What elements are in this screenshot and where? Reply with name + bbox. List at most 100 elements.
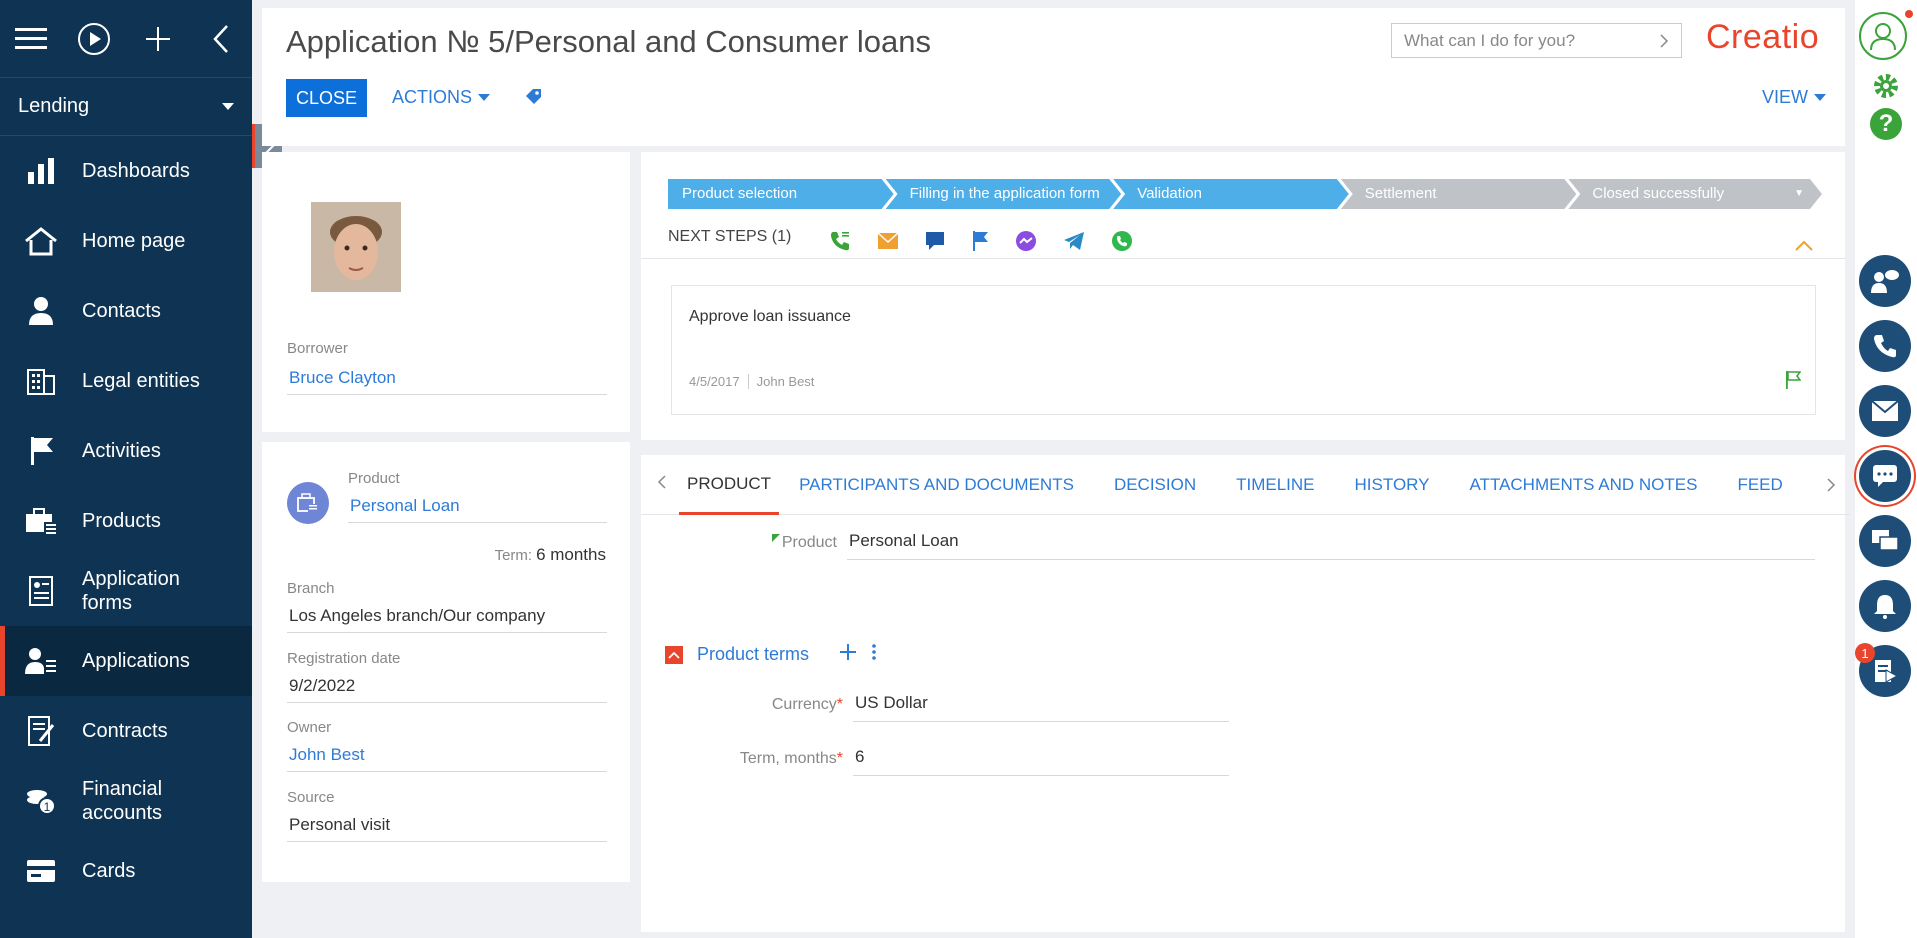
chevron-down-icon (478, 94, 491, 101)
sidebar-item-application-forms[interactable]: Application forms (0, 556, 252, 626)
actions-button[interactable]: ACTIONS (392, 87, 491, 108)
tabs-scroll-left[interactable] (641, 474, 679, 495)
phone-button[interactable] (1859, 320, 1911, 372)
collapse-section-icon[interactable] (665, 645, 683, 664)
bell-icon (1874, 595, 1896, 619)
logo-text: Creatio (1706, 18, 1820, 56)
sidebar-item-cards[interactable]: Cards (0, 836, 252, 906)
branch-value[interactable]: Los Angeles branch/Our company (287, 600, 607, 633)
sidebar-toolbar (0, 0, 252, 78)
product-link[interactable]: Personal Loan (348, 490, 607, 523)
phone-icon (1874, 335, 1896, 358)
currency-value[interactable]: US Dollar (853, 693, 1229, 722)
tab-feed[interactable]: FEED (1717, 455, 1802, 515)
call-icon[interactable] (829, 230, 851, 252)
status-dot (1905, 10, 1913, 18)
sidebar-item-dashboards[interactable]: Dashboards (0, 136, 252, 206)
sidebar-nav: Dashboards Home page Contacts Legal enti… (0, 136, 252, 906)
user-avatar[interactable] (1859, 12, 1907, 60)
tab-participants-and-documents[interactable]: PARTICIPANTS AND DOCUMENTS (779, 455, 1094, 515)
source-value[interactable]: Personal visit (287, 809, 607, 842)
task-date: 4/5/2017 (689, 374, 740, 389)
sidebar-item-legal-entities[interactable]: Legal entities (0, 346, 252, 416)
chat-button[interactable] (1859, 450, 1911, 502)
contact-center-button[interactable] (1859, 255, 1911, 307)
registration-date-value[interactable]: 9/2/2022 (287, 670, 607, 703)
workspace-selector[interactable]: Lending (0, 78, 252, 136)
sidebar-item-products[interactable]: Products (0, 486, 252, 556)
borrower-label: Borrower (287, 340, 348, 357)
email-icon[interactable] (877, 232, 899, 250)
product-field-value[interactable]: Personal Loan (847, 531, 1815, 560)
whatsapp-icon[interactable] (1111, 230, 1133, 252)
message-icon[interactable] (925, 231, 945, 251)
tab-history[interactable]: HISTORY (1335, 455, 1450, 515)
gear-icon[interactable] (1870, 70, 1902, 107)
required-asterisk: * (836, 750, 843, 767)
tab-timeline[interactable]: TIMELINE (1216, 455, 1334, 515)
tab-bar: PRODUCT PARTICIPANTS AND DOCUMENTS DECIS… (641, 455, 1850, 515)
sidebar-item-contracts[interactable]: Contracts (0, 696, 252, 766)
add-icon[interactable] (839, 643, 857, 666)
tabs-scroll-right[interactable] (1826, 477, 1836, 498)
close-button[interactable]: CLOSE (286, 79, 367, 117)
sidebar-item-home-page[interactable]: Home page (0, 206, 252, 276)
stages-card: Product selection Filling in the applica… (641, 152, 1845, 440)
stage-label: Closed successfully (1592, 185, 1725, 202)
term-months-label-text: Term, months (739, 750, 837, 767)
svg-text:1: 1 (44, 800, 51, 814)
product-terms-header: Product terms (665, 643, 877, 666)
command-search-input[interactable]: What can I do for you? (1391, 23, 1682, 58)
messenger-icon[interactable] (1015, 230, 1037, 252)
process-run-icon[interactable] (77, 22, 111, 56)
stage-settlement[interactable]: Settlement (1341, 179, 1577, 209)
term-value: 6 months (536, 545, 606, 564)
task-flag-icon[interactable] (971, 230, 989, 252)
sidebar-item-financial-accounts[interactable]: 1 Financial accounts (0, 766, 252, 836)
sidebar-item-contacts[interactable]: Contacts (0, 276, 252, 346)
next-step-item[interactable]: Approve loan issuance 4/5/2017 John Best (671, 285, 1816, 415)
collapse-icon[interactable] (205, 22, 238, 56)
tag-icon[interactable] (524, 88, 542, 111)
messages-icon (1872, 530, 1899, 551)
contract-icon (22, 712, 60, 750)
owner-link[interactable]: John Best (287, 739, 607, 772)
flag-icon[interactable] (1785, 370, 1801, 390)
view-button[interactable]: VIEW (1762, 87, 1827, 108)
tab-decision[interactable]: DECISION (1094, 455, 1216, 515)
sidebar-item-label: Contacts (82, 299, 161, 322)
page-title: Application № 5/Personal and Consumer lo… (286, 24, 932, 59)
term-months-label: Term, months* (641, 750, 843, 776)
task-owner: John Best (756, 374, 815, 389)
stage-product-selection[interactable]: Product selection (668, 179, 894, 209)
chevron-left-icon (657, 475, 666, 489)
more-options-icon[interactable] (871, 643, 877, 666)
product-field: Product Personal Loan (641, 531, 1815, 560)
sidebar-item-applications[interactable]: Applications (0, 626, 252, 696)
sidebar-item-activities[interactable]: Activities (0, 416, 252, 486)
menu-icon[interactable] (14, 22, 47, 56)
currency-field: Currency* US Dollar (641, 693, 1229, 722)
borrower-link[interactable]: Bruce Clayton (287, 362, 607, 395)
telegram-icon[interactable] (1063, 231, 1085, 251)
agent-chat-icon (1871, 270, 1899, 293)
tab-product[interactable]: PRODUCT (679, 455, 780, 515)
stage-validation[interactable]: Validation (1113, 179, 1349, 209)
next-steps-label: NEXT STEPS (1) (668, 228, 792, 245)
chevron-up-icon[interactable] (1794, 240, 1814, 252)
help-icon[interactable]: ? (1870, 108, 1902, 140)
person-icon (22, 292, 60, 330)
stage-filling-form[interactable]: Filling in the application form (886, 179, 1122, 209)
chat-icon (1873, 465, 1897, 487)
view-label: VIEW (1762, 87, 1809, 107)
term-months-value[interactable]: 6 (853, 747, 1229, 776)
sidebar-item-label: Activities (82, 439, 161, 462)
email-button[interactable] (1859, 385, 1911, 437)
tab-attachments-and-notes[interactable]: ATTACHMENTS AND NOTES (1449, 455, 1717, 515)
feed-button[interactable] (1859, 515, 1911, 567)
stage-closed-successfully[interactable]: Closed successfully ▼ (1568, 179, 1822, 209)
add-icon[interactable] (141, 22, 174, 56)
task-title: Approve loan issuance (689, 308, 851, 325)
notifications-button[interactable] (1859, 580, 1911, 632)
building-icon (22, 362, 60, 400)
